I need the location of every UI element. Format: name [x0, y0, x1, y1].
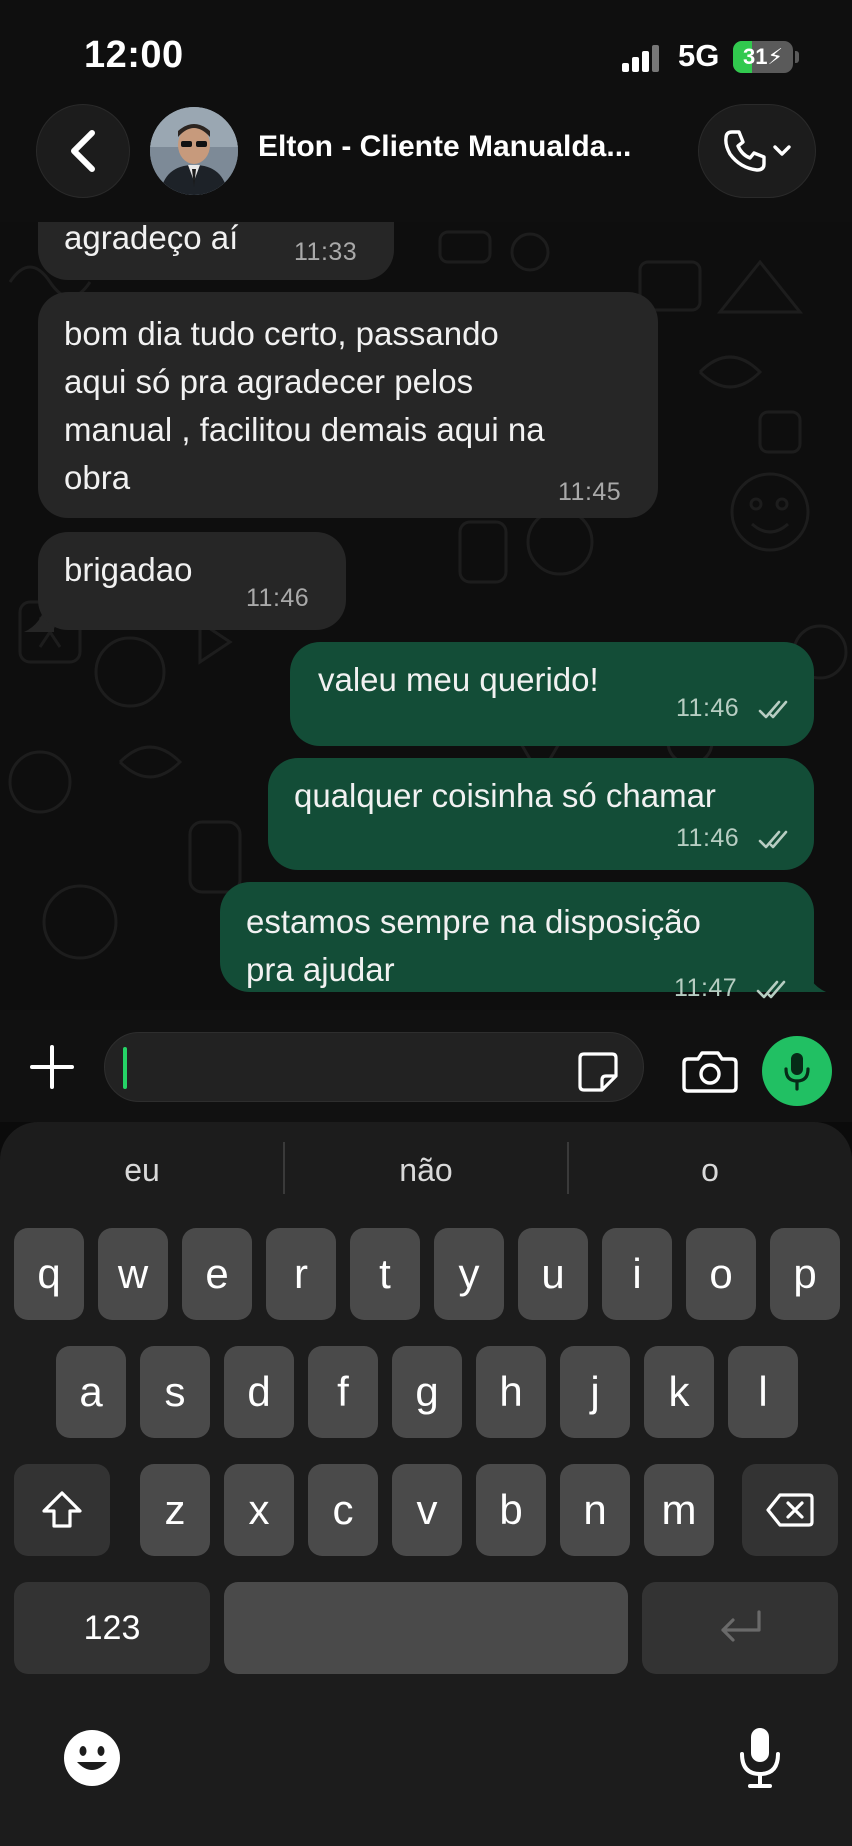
key-f[interactable]: f [308, 1346, 378, 1438]
chat-area[interactable]: agradeço aí 11:33 bom dia tudo certo, pa… [0, 222, 852, 1010]
back-arrow-icon [71, 130, 95, 172]
avatar-image [150, 107, 238, 195]
emoji-icon[interactable] [62, 1728, 122, 1788]
key-s[interactable]: s [140, 1346, 210, 1438]
key-r[interactable]: r [266, 1228, 336, 1320]
key-c[interactable]: c [308, 1464, 378, 1556]
message-time: 11:47 [674, 974, 738, 1002]
message-line: estamos sempre na disposição [246, 903, 701, 940]
signal-strength-icon [622, 44, 662, 72]
message-input[interactable] [104, 1032, 644, 1102]
key-o[interactable]: o [686, 1228, 756, 1320]
message-bubble-in[interactable]: brigadao 11:46 [38, 532, 346, 630]
key-m[interactable]: m [644, 1464, 714, 1556]
key-q[interactable]: q [14, 1228, 84, 1320]
backspace-icon [766, 1493, 814, 1527]
message-bubble-out[interactable]: estamos sempre na disposição pra ajudar … [220, 882, 814, 1002]
key-a[interactable]: a [56, 1346, 126, 1438]
camera-icon[interactable] [682, 1049, 738, 1093]
key-g[interactable]: g [392, 1346, 462, 1438]
key-b[interactable]: b [476, 1464, 546, 1556]
message-bubble-out[interactable]: qualquer coisinha só chamar 11:46 [268, 758, 814, 870]
message-line: pra ajudar [246, 951, 395, 988]
dictation-mic-icon[interactable] [736, 1726, 784, 1790]
read-receipt-icon [756, 980, 786, 999]
key-j[interactable]: j [560, 1346, 630, 1438]
status-bar: 12:00 5G 31⚡ [0, 0, 852, 104]
mic-icon [784, 1053, 810, 1091]
key-l[interactable]: l [728, 1346, 798, 1438]
key-z[interactable]: z [140, 1464, 210, 1556]
key-k[interactable]: k [644, 1346, 714, 1438]
back-button[interactable] [36, 104, 130, 198]
shift-key[interactable] [14, 1464, 110, 1556]
avatar[interactable] [150, 107, 238, 195]
battery-icon: 31⚡ [733, 41, 793, 73]
numbers-key[interactable]: 123 [14, 1582, 210, 1674]
message-text: valeu meu querido! [318, 661, 599, 698]
suggestion-divider [567, 1142, 569, 1194]
plus-icon[interactable] [28, 1043, 76, 1091]
message-bubble-out[interactable]: valeu meu querido! 11:46 [290, 642, 814, 746]
suggestion-3[interactable]: o [570, 1152, 850, 1189]
space-key[interactable] [224, 1582, 628, 1674]
shift-icon [42, 1491, 82, 1528]
key-u[interactable]: u [518, 1228, 588, 1320]
message-time: 11:46 [676, 824, 740, 852]
chat-header: Elton - Cliente Manualda... [0, 104, 852, 222]
return-icon [721, 1610, 761, 1642]
message-input-bar [0, 1010, 852, 1122]
network-type: 5G [678, 38, 720, 73]
text-cursor [123, 1047, 127, 1089]
status-time: 12:00 [84, 34, 184, 76]
key-x[interactable]: x [224, 1464, 294, 1556]
message-line: manual , facilitou demais aqui na [64, 411, 545, 448]
key-t[interactable]: t [350, 1228, 420, 1320]
message-line: obra [64, 459, 131, 496]
key-y[interactable]: y [434, 1228, 504, 1320]
key-e[interactable]: e [182, 1228, 252, 1320]
message-text: brigadao [64, 551, 193, 588]
message-text: qualquer coisinha só chamar [294, 777, 716, 814]
message-bubble-in[interactable]: agradeço aí 11:33 [38, 222, 394, 280]
message-bubble-in[interactable]: bom dia tudo certo, passando aqui só pra… [38, 292, 658, 518]
message-text: agradeço aí [64, 222, 239, 256]
key-n[interactable]: n [560, 1464, 630, 1556]
message-time: 11:33 [294, 238, 358, 266]
message-time: 11:46 [676, 694, 740, 722]
key-i[interactable]: i [602, 1228, 672, 1320]
phone-icon [724, 130, 766, 172]
message-time: 11:45 [558, 478, 622, 506]
voice-message-button[interactable] [762, 1036, 832, 1106]
key-p[interactable]: p [770, 1228, 840, 1320]
key-d[interactable]: d [224, 1346, 294, 1438]
suggestion-1[interactable]: eu [2, 1152, 282, 1189]
suggestion-2[interactable]: não [286, 1152, 566, 1189]
battery-level: 31 [743, 44, 768, 69]
suggestion-divider [283, 1142, 285, 1194]
read-receipt-icon [758, 830, 788, 849]
key-w[interactable]: w [98, 1228, 168, 1320]
key-h[interactable]: h [476, 1346, 546, 1438]
message-line: bom dia tudo certo, passando [64, 315, 499, 352]
read-receipt-icon [758, 700, 788, 719]
sticker-icon[interactable] [576, 1050, 620, 1094]
message-time: 11:46 [246, 584, 310, 612]
chevron-down-icon [773, 145, 791, 156]
call-button[interactable] [698, 104, 816, 198]
return-key[interactable] [642, 1582, 838, 1674]
message-line: aqui só pra agradecer pelos [64, 363, 474, 400]
backspace-key[interactable] [742, 1464, 838, 1556]
key-v[interactable]: v [392, 1464, 462, 1556]
keyboard: eu não o q w e r t y u i o p a s d f g h… [0, 1122, 852, 1846]
contact-name[interactable]: Elton - Cliente Manualda... [258, 130, 678, 164]
